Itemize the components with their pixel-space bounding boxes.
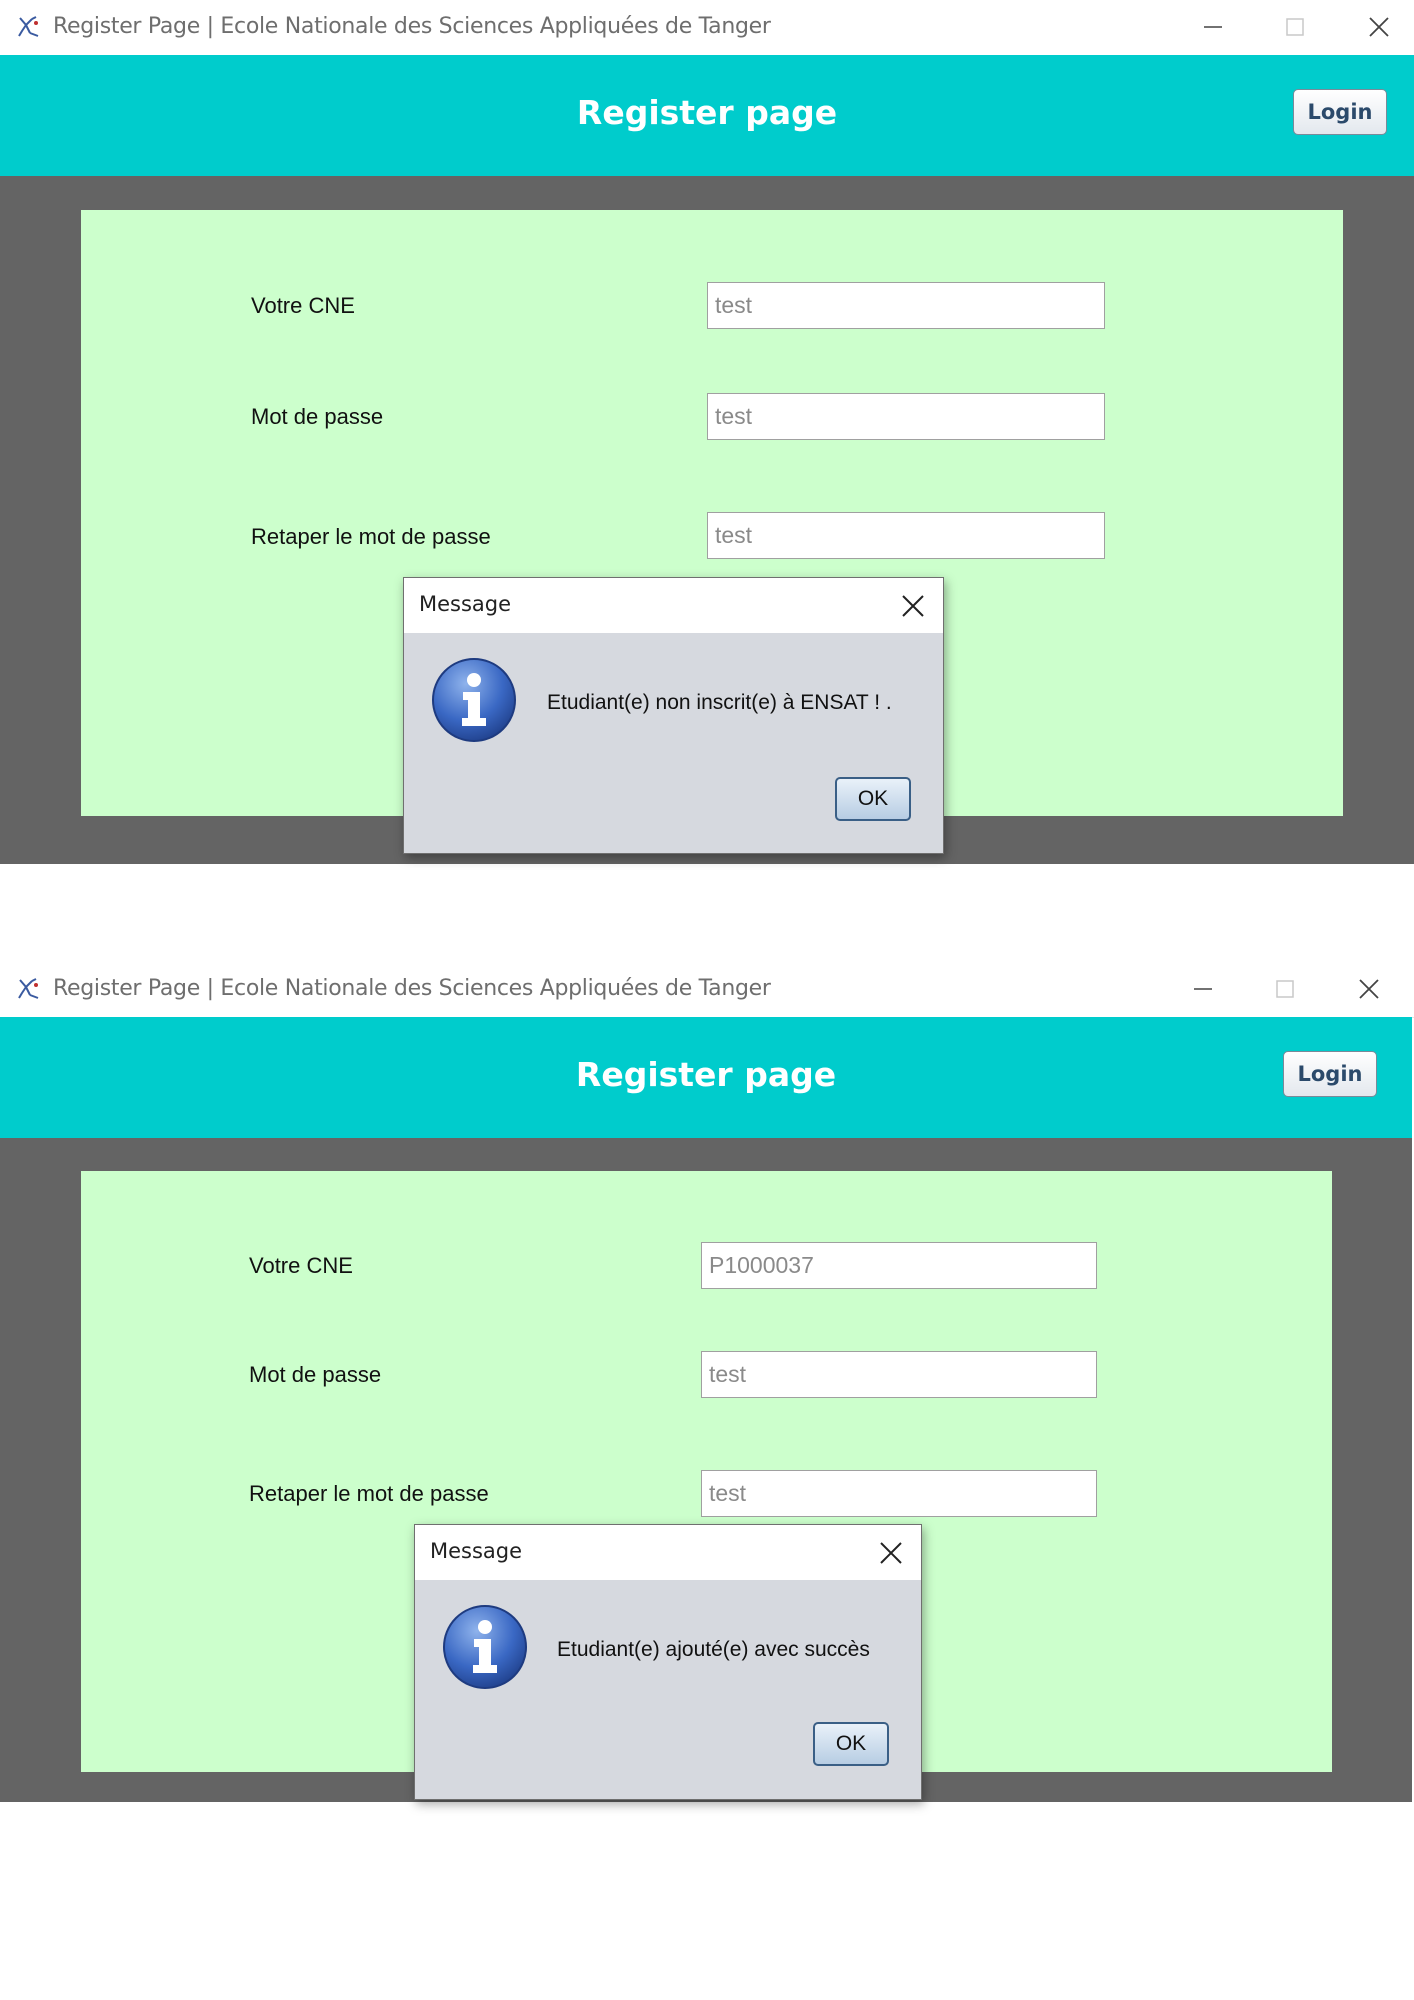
dialog-titlebar: Message: [415, 1525, 921, 1580]
maximize-icon: [1276, 980, 1294, 998]
dialog-message: Etudiant(e) ajouté(e) avec succès: [557, 1638, 870, 1661]
window-title: Register Page | Ecole Nationale des Scie…: [53, 976, 771, 1001]
cne-input[interactable]: test: [707, 282, 1105, 329]
dialog-titlebar: Message: [404, 578, 943, 633]
cne-input[interactable]: P1000037: [701, 1242, 1097, 1289]
close-icon: [902, 595, 924, 617]
dialog-title: Message: [419, 592, 512, 616]
retype-password-input[interactable]: test: [707, 512, 1105, 559]
page-title: Register page: [576, 93, 838, 132]
retype-password-label: Retaper le mot de passe: [251, 524, 491, 549]
page-title: Register page: [575, 1055, 837, 1094]
password-label: Mot de passe: [251, 404, 384, 429]
password-label: Mot de passe: [249, 1362, 382, 1387]
minimize-icon: [1204, 26, 1222, 28]
window-title: Register Page | Ecole Nationale des Scie…: [53, 14, 771, 39]
dialog-close-button[interactable]: [893, 586, 933, 626]
password-input[interactable]: test: [701, 1351, 1097, 1398]
dialog-message: Etudiant(e) non inscrit(e) à ENSAT ! .: [547, 691, 892, 714]
dialog-title: Message: [430, 1539, 523, 1563]
page-header: Register page Login: [0, 1017, 1412, 1138]
window-titlebar: Register Page | Ecole Nationale des Scie…: [0, 0, 1414, 56]
close-icon: [880, 1542, 902, 1564]
password-input[interactable]: test: [707, 393, 1105, 440]
ok-button[interactable]: OK: [835, 777, 911, 821]
retype-password-label: Retaper le mot de passe: [249, 1481, 489, 1506]
minimize-button[interactable]: [1172, 0, 1252, 52]
maximize-button[interactable]: [1244, 962, 1324, 1014]
info-icon: [443, 1605, 527, 1689]
login-button[interactable]: Login: [1293, 89, 1387, 135]
close-icon: [1369, 17, 1389, 37]
register-window-2: Register Page | Ecole Nationale des Scie…: [0, 962, 1414, 1802]
minimize-button[interactable]: [1162, 962, 1242, 1014]
message-dialog: Message Etudiant(e) ajouté(e) avec succè…: [414, 1524, 922, 1800]
window-titlebar: Register Page | Ecole Nationale des Scie…: [0, 962, 1414, 1018]
message-dialog: Message Etudiant(e) non inscrit(e) à ENS…: [403, 577, 944, 854]
cne-label: Votre CNE: [249, 1253, 353, 1278]
login-button[interactable]: Login: [1283, 1051, 1377, 1097]
register-window-1: Register Page | Ecole Nationale des Scie…: [0, 0, 1414, 864]
maximize-button[interactable]: [1254, 0, 1334, 52]
maximize-icon: [1286, 18, 1304, 36]
app-icon: [18, 978, 39, 999]
minimize-icon: [1194, 988, 1212, 990]
close-window-button[interactable]: [1338, 0, 1414, 52]
close-window-button[interactable]: [1328, 962, 1408, 1014]
app-icon: [18, 16, 39, 37]
page-header: Register page Login: [0, 55, 1414, 176]
info-icon: [432, 658, 516, 742]
close-icon: [1359, 979, 1379, 999]
cne-label: Votre CNE: [251, 293, 355, 318]
ok-button[interactable]: OK: [813, 1722, 889, 1766]
retype-password-input[interactable]: test: [701, 1470, 1097, 1517]
dialog-close-button[interactable]: [871, 1533, 911, 1573]
